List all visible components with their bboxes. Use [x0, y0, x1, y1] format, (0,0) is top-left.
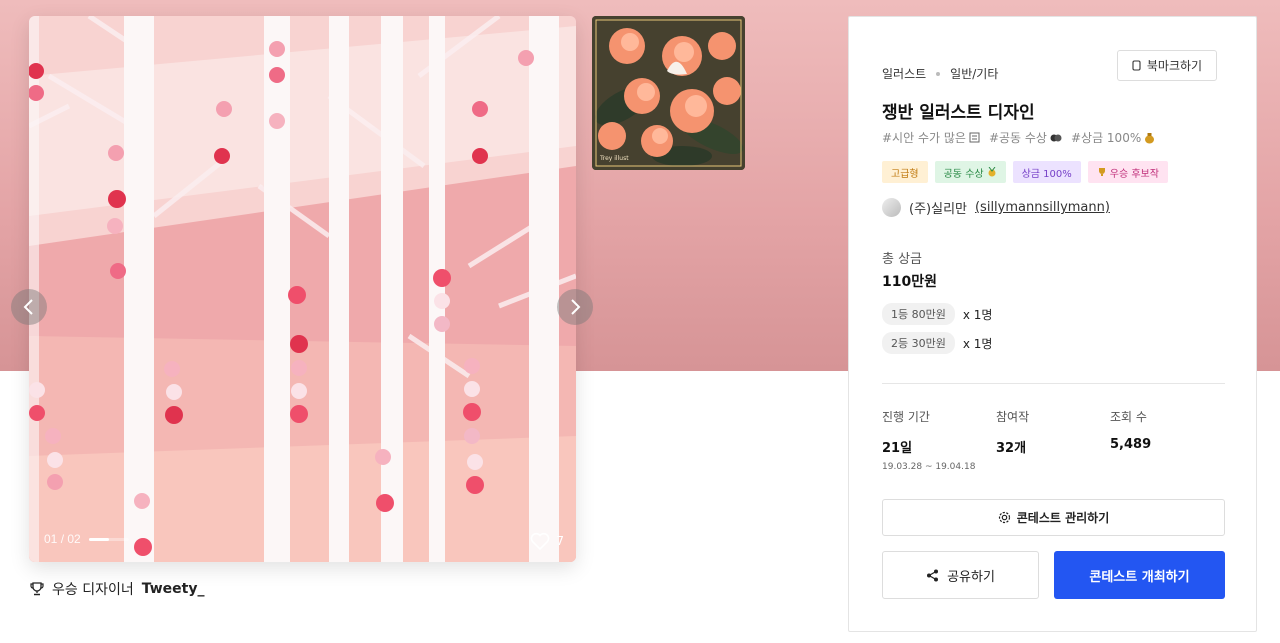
- next-slide-button[interactable]: [557, 289, 593, 325]
- period-label: 진행 기간: [882, 410, 930, 424]
- breadcrumb-subcategory[interactable]: 일반/기타: [950, 65, 998, 82]
- period-dates: 19.03.28 ~ 19.04.18: [882, 462, 976, 472]
- hashtag-many-drafts: #시안 수가 많은: [882, 129, 980, 146]
- badge-premium: 고급형: [882, 161, 928, 183]
- hashtag-joint-award: #공동 수상: [989, 129, 1062, 146]
- bookmark-icon: [1132, 60, 1141, 71]
- prize-tier-first: 1등 80만원 x 1명: [882, 303, 992, 325]
- slide-progress-bar: [88, 537, 129, 541]
- tier-label: 2등 30만원: [882, 332, 955, 354]
- bookmark-label: 북마크하기: [1146, 59, 1203, 73]
- host-contest-button[interactable]: 콘테스트 개최하기: [1054, 551, 1225, 599]
- views-value: 5,489: [1110, 437, 1152, 452]
- bookmark-button[interactable]: 북마크하기: [1117, 50, 1217, 81]
- slide-counter: 01 / 02: [44, 532, 129, 546]
- drafts-icon: [969, 132, 980, 143]
- breadcrumb: 일러스트 일반/기타: [882, 65, 998, 82]
- tier-count: x 1명: [962, 307, 993, 322]
- breadcrumb-separator: [936, 71, 941, 76]
- thumbnail-caption: Trey illust: [599, 155, 629, 162]
- share-icon: [927, 569, 939, 581]
- manage-contest-button[interactable]: 콘테스트 관리하기: [882, 499, 1225, 536]
- views-label: 조회 수: [1110, 410, 1147, 424]
- contest-info-panel: 일러스트 일반/기타 북마크하기 쟁반 일러스트 디자인 #시안 수가 많은 #…: [848, 16, 1257, 632]
- artwork-thumbnail[interactable]: Trey illust: [592, 16, 745, 170]
- tier-label: 1등 80만원: [882, 303, 955, 325]
- badge-list: 고급형 공동 수상 상금 100% 우승 후보작: [882, 161, 1168, 183]
- trophy-icon: [1098, 168, 1105, 176]
- heart-icon: [531, 532, 550, 550]
- total-prize-label: 총 상금: [882, 252, 923, 267]
- host-username-link[interactable]: (sillymannsillymann): [975, 200, 1110, 215]
- contest-title: 쟁반 일러스트 디자인: [882, 103, 1035, 123]
- share-button[interactable]: 공유하기: [882, 551, 1039, 599]
- tier-count: x 1명: [962, 336, 993, 351]
- badge-winner-candidate: 우승 후보작: [1087, 161, 1168, 183]
- share-label: 공유하기: [947, 569, 995, 585]
- stat-period: 진행 기간 21일 19.03.28 ~ 19.04.18: [882, 408, 975, 472]
- hashtag-full-prize: #상금 100%: [1071, 129, 1155, 146]
- like-button[interactable]: 7: [530, 532, 564, 550]
- total-prize-value: 110만원: [882, 274, 937, 290]
- money-bag-icon: [1145, 132, 1155, 143]
- period-value: 21일: [882, 441, 913, 456]
- badge-full-prize: 상금 100%: [1012, 161, 1081, 183]
- divider: [882, 383, 1225, 384]
- chevron-right-icon: [571, 299, 581, 315]
- main-artwork-image[interactable]: 01 / 02 7: [29, 16, 576, 562]
- entries-value: 32개: [996, 441, 1027, 456]
- medal-icon: [988, 167, 996, 177]
- winner-info: 우승 디자이너 Tweety_: [30, 579, 205, 599]
- like-count: 7: [556, 534, 564, 548]
- stat-entries: 참여작 32개: [996, 408, 1029, 456]
- badge-joint-award: 공동 수상: [934, 161, 1006, 183]
- host-name: (주)실리만: [909, 202, 967, 217]
- host-info[interactable]: (주)실리만 (sillymannsillymann): [882, 198, 1110, 217]
- entries-label: 참여작: [996, 410, 1030, 424]
- stat-views: 조회 수 5,489: [1110, 408, 1151, 452]
- winner-name[interactable]: Tweety_: [142, 581, 205, 597]
- manage-contest-label: 콘테스트 관리하기: [1016, 511, 1110, 525]
- winner-prefix: 우승 디자이너: [52, 582, 134, 598]
- trophy-icon: [30, 582, 44, 596]
- host-avatar: [882, 198, 901, 217]
- previous-slide-button[interactable]: [11, 289, 47, 325]
- prize-tier-second: 2등 30만원 x 1명: [882, 332, 992, 354]
- hashtag-list: #시안 수가 많은 #공동 수상 #상금 100%: [882, 129, 1155, 146]
- breadcrumb-category[interactable]: 일러스트: [882, 65, 926, 82]
- chevron-left-icon: [23, 299, 33, 315]
- medal-icon: [1050, 134, 1062, 142]
- gear-icon: [998, 511, 1010, 524]
